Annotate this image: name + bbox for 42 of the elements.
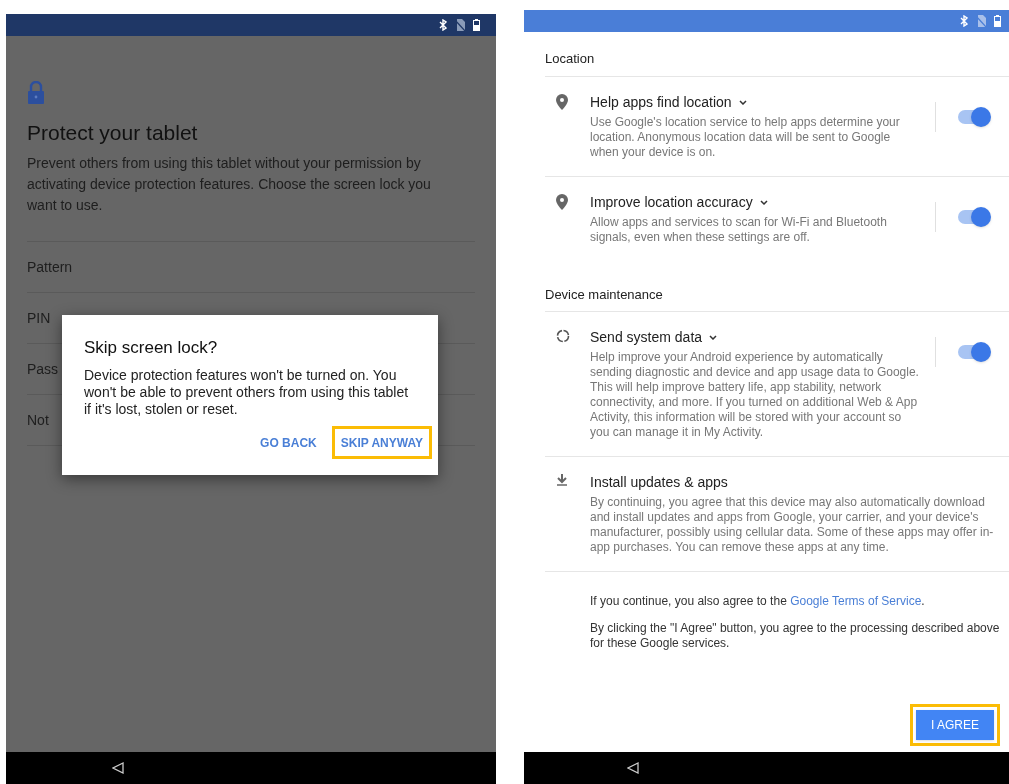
page-description: Prevent others from using this tablet without your permission by activating device protection features. Choose the screen lock you want to use.	[27, 154, 432, 215]
battery-icon	[994, 15, 1001, 27]
terms-text: If you continue, you also agree to the Google Terms of Service.	[590, 594, 926, 609]
setting-description: Use Google's location service to help apps determine your location. Anonymous location data will be sent to Google when your device is on.	[590, 114, 901, 160]
dialog-title: Skip screen lock?	[84, 337, 219, 359]
consent-text: By clicking the "I Agree" button, you agree to the processing described above for these Google services.	[590, 621, 1001, 651]
back-icon[interactable]	[112, 762, 124, 774]
setting-title: Improve location accuracy	[590, 192, 753, 212]
setting-description: Allow apps and services to scan for Wi-Fi and Bluetooth signals, even when these settings are off.	[590, 214, 888, 245]
go-back-button[interactable]: GO BACK	[251, 426, 326, 459]
back-icon[interactable]	[627, 762, 639, 774]
toggle-switch[interactable]	[958, 209, 988, 224]
setting-title: Help apps find location	[590, 92, 732, 112]
chevron-down-icon[interactable]	[709, 335, 718, 340]
battery-icon	[473, 19, 480, 31]
skip-anyway-button[interactable]: SKIP ANYWAY	[331, 426, 432, 459]
section-header: Device maintenance	[545, 260, 1009, 312]
lock-option[interactable]: Not	[27, 409, 49, 431]
no-sim-icon	[455, 19, 465, 31]
lock-icon	[27, 81, 45, 105]
pin-icon	[556, 93, 568, 110]
setting-title: Install updates & apps	[590, 473, 728, 492]
chevron-down-icon[interactable]	[759, 199, 768, 205]
toggle-switch[interactable]	[958, 109, 988, 124]
lock-option[interactable]: Pattern	[27, 256, 73, 278]
pin-icon	[556, 193, 568, 210]
bluetooth-icon	[439, 19, 447, 31]
setting-title: Send system data	[590, 328, 703, 347]
setting-description: By continuing, you agree that this device may also automatically download and install updates and apps from Google, your carrier, and your device's manufacturer, possibly using cellular data. Some of these apps may offer in-app purchases. You can remove these apps at any time.	[590, 495, 995, 555]
no-sim-icon	[976, 15, 986, 27]
agree-button[interactable]: I AGREE	[915, 710, 994, 740]
toggle-switch[interactable]	[958, 345, 988, 359]
chevron-down-icon[interactable]	[738, 99, 747, 105]
lock-option[interactable]: PIN	[27, 307, 51, 329]
lock-option[interactable]: Pass	[27, 358, 59, 380]
section-header: Location	[545, 32, 1009, 77]
dialog-message: Device protection features won't be turned on. You won't be able to prevent others from using this tablet if it's lost, stolen or reset.	[84, 367, 410, 418]
download-icon	[556, 474, 568, 486]
page-title: Protect your tablet	[27, 120, 199, 146]
bluetooth-icon	[960, 15, 968, 27]
setting-description: Help improve your Android experience by automatically sending diagnostic and device and app usage data to Google. This will help improve battery life, app stability, network connectivity, and more. If you turned on additional Web & App Activity, this information will be stored with your account so you can manage it in My Activity.	[590, 350, 920, 440]
loading-circle-icon	[556, 329, 570, 343]
